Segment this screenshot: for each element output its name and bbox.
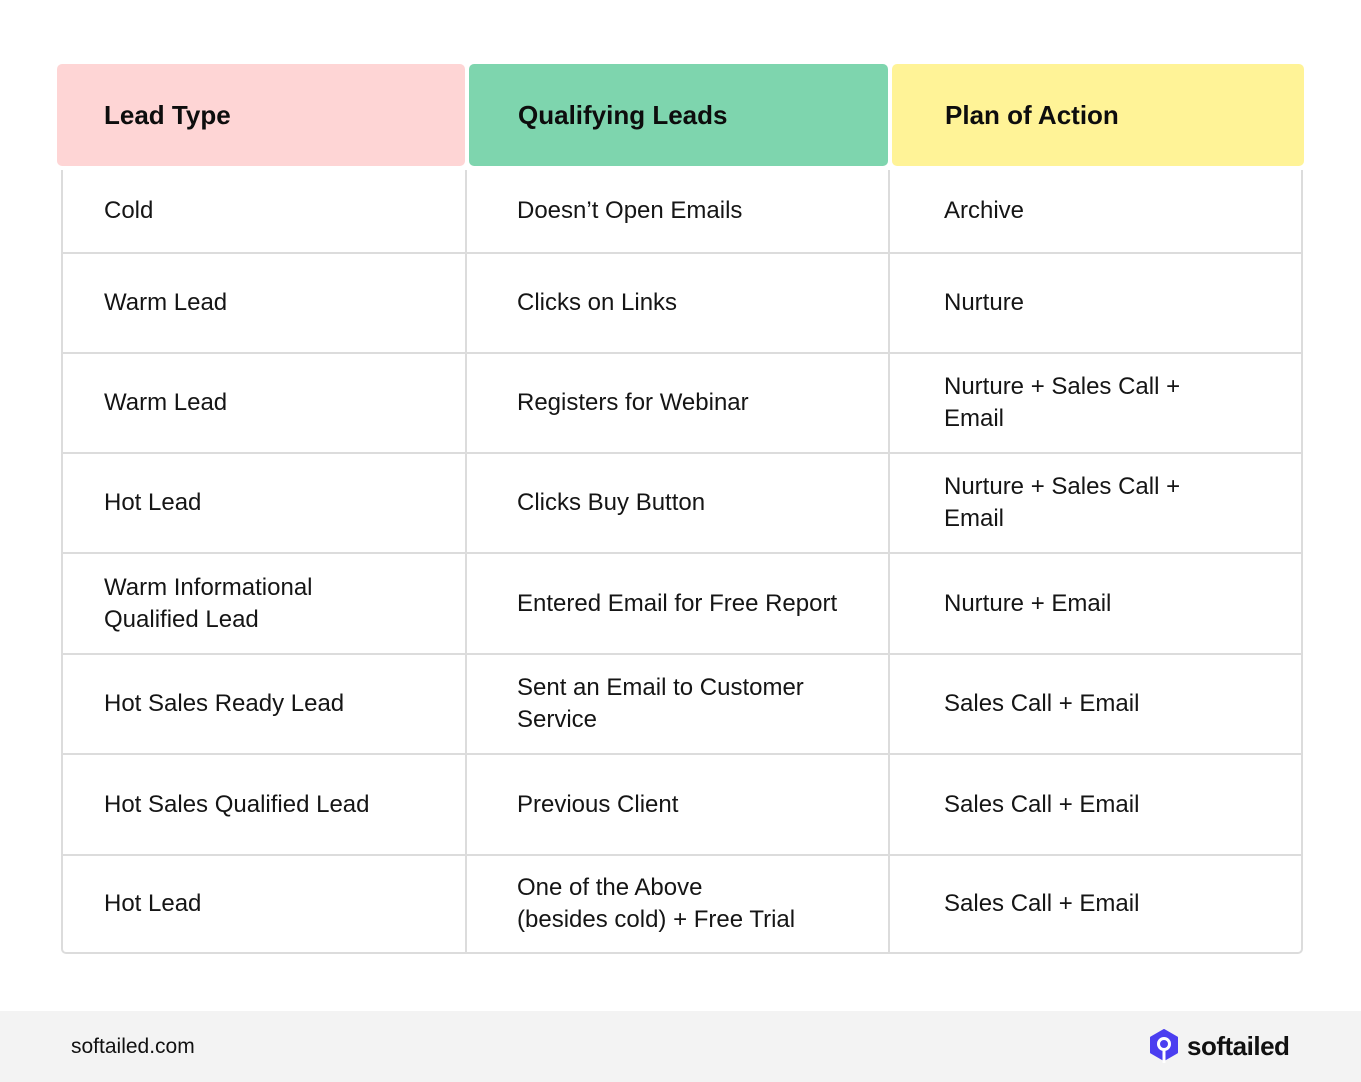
- qualifying-cell: Sent an Email to Customer Service: [467, 655, 890, 753]
- qualifying-cell: Entered Email for Free Report: [467, 554, 890, 653]
- plan-cell: Sales Call + Email: [944, 690, 1140, 717]
- header-plan-of-action: Plan of Action: [892, 64, 1304, 166]
- lead-type-cell: Hot Lead: [63, 454, 467, 552]
- lead-type-cell: Hot Sales Qualified Lead: [63, 755, 467, 854]
- lead-type-cell: Warm Informational Qualified Lead: [63, 554, 467, 653]
- footer-url[interactable]: softailed.com: [71, 1035, 195, 1059]
- table-body: Cold Doesn’t Open Emails Archive Warm Le…: [61, 170, 1303, 954]
- plan-cell: Sales Call + Email: [944, 790, 1140, 818]
- qualifying-cell: One of the Above (besides cold) + Free T…: [467, 856, 890, 952]
- header-qualifying-leads: Qualifying Leads: [469, 64, 888, 166]
- table-row: Hot Sales Qualified Lead Previous Client…: [63, 753, 1301, 854]
- qualifying-cell: Clicks Buy Button: [467, 454, 890, 552]
- table-row: Hot Sales Ready Lead Sent an Email to Cu…: [63, 653, 1301, 753]
- table-row: Warm Lead Registers for Webinar Nurture …: [63, 352, 1301, 452]
- plan-cell: Nurture + Sales Call + Email: [944, 473, 1181, 532]
- qualifying-cell: Clicks on Links: [467, 254, 890, 352]
- hexagon-magnifier-icon: [1150, 1029, 1178, 1063]
- table-header-row: Lead Type Qualifying Leads Plan of Actio…: [57, 64, 1304, 166]
- footer: softailed.com softailed: [0, 1011, 1361, 1082]
- qualifying-cell: Doesn’t Open Emails: [467, 170, 890, 252]
- plan-cell: Nurture: [944, 289, 1025, 316]
- lead-type-cell: Hot Sales Ready Lead: [63, 655, 467, 753]
- table-row: Warm Informational Qualified Lead Entere…: [63, 552, 1301, 653]
- table-row: Cold Doesn’t Open Emails Archive: [63, 170, 1301, 252]
- table-row: Hot Lead One of the Above (besides cold)…: [63, 854, 1301, 952]
- brand-logo[interactable]: softailed: [1149, 1029, 1290, 1063]
- lead-type-cell: Hot Lead: [63, 856, 467, 952]
- plan-cell: Nurture + Email: [944, 589, 1112, 617]
- table-row: Hot Lead Clicks Buy Button Nurture + Sal…: [63, 452, 1301, 552]
- plan-cell: Sales Call + Email: [944, 890, 1140, 917]
- plan-cell: Archive: [944, 197, 1025, 224]
- header-lead-type: Lead Type: [57, 64, 465, 166]
- qualifying-cell: Registers for Webinar: [467, 354, 890, 452]
- plan-cell: Nurture + Sales Call + Email: [944, 373, 1181, 432]
- brand-name: softailed: [1187, 1030, 1290, 1061]
- lead-type-cell: Warm Lead: [63, 254, 467, 352]
- lead-type-cell: Cold: [63, 170, 467, 252]
- lead-type-cell: Warm Lead: [63, 354, 467, 452]
- qualifying-cell: Previous Client: [467, 755, 890, 854]
- table-row: Warm Lead Clicks on Links Nurture: [63, 252, 1301, 352]
- lead-table: Lead Type Qualifying Leads Plan of Actio…: [57, 64, 1304, 954]
